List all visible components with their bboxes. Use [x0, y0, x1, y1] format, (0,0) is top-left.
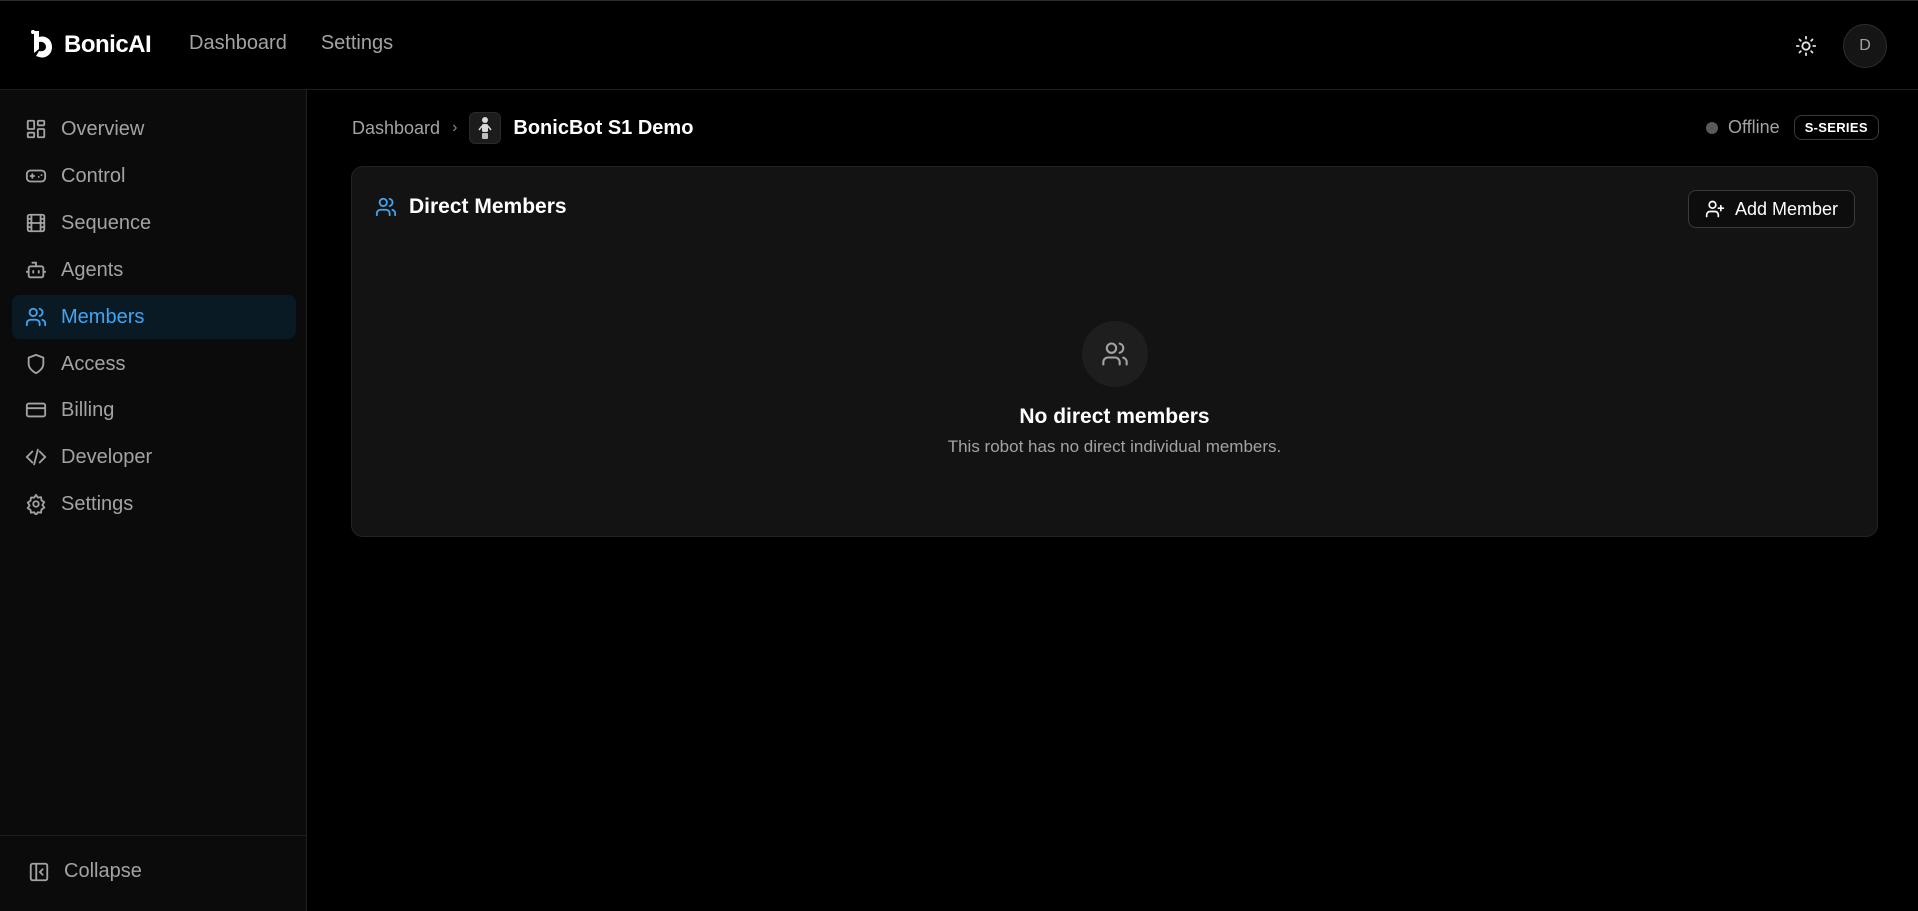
sidebar-divider [0, 835, 306, 836]
bot-icon [25, 261, 47, 279]
collapse-label: Collapse [64, 860, 142, 882]
add-member-label: Add Member [1734, 198, 1838, 219]
sidebar-item-developer[interactable]: Developer [12, 435, 296, 479]
collapse-sidebar-button[interactable]: Collapse [28, 860, 142, 883]
sidebar-item-billing[interactable]: Billing [12, 388, 296, 432]
sidebar-item-settings[interactable]: Settings [12, 482, 296, 526]
sidebar-item-agents[interactable]: Agents [12, 248, 296, 292]
sidebar-item-label: Members [61, 305, 145, 328]
status-dot [1706, 121, 1718, 134]
top-bar: BonicAI Dashboard Settings D [0, 0, 1918, 90]
sidebar-item-label: Overview [61, 117, 145, 140]
breadcrumb: Dashboard › BonicBot S1 Demo [352, 110, 693, 146]
shield-icon [27, 353, 45, 375]
sidebar-item-overview[interactable]: Overview [12, 107, 296, 151]
sidebar-item-label: Access [61, 352, 126, 375]
top-nav: Dashboard Settings [189, 32, 393, 55]
breadcrumb-dashboard-link[interactable]: Dashboard [352, 118, 440, 139]
topnav-settings-link[interactable]: Settings [321, 32, 393, 55]
sidebar-item-label: Agents [61, 258, 124, 281]
brand-name: BonicAI [64, 31, 152, 58]
direct-members-card: Direct Members Add Member No direct memb… [351, 166, 1878, 537]
users-icon [25, 307, 47, 327]
robot-thumbnail [469, 112, 502, 144]
sidebar-item-access[interactable]: Access [12, 342, 296, 386]
add-member-button[interactable]: Add Member [1687, 190, 1855, 228]
sidebar-item-label: Settings [61, 492, 134, 515]
credit-card-icon [25, 402, 47, 418]
users-icon [375, 197, 397, 217]
sidebar-item-label: Sequence [61, 211, 152, 234]
code-icon [25, 448, 47, 466]
card-header: Direct Members [375, 195, 567, 219]
sidebar-item-label: Control [61, 164, 126, 187]
status-text: Offline [1728, 117, 1780, 137]
topnav-dashboard-link[interactable]: Dashboard [189, 32, 287, 55]
robot-icon [478, 117, 492, 139]
card-title: Direct Members [409, 195, 567, 218]
sidebar-item-label: Developer [61, 445, 153, 468]
grid-icon [26, 119, 46, 139]
sidebar-item-members[interactable]: Members [12, 295, 296, 339]
bonicai-logo-icon [31, 30, 52, 58]
sidebar-item-control[interactable]: Control [12, 154, 296, 198]
user-plus-icon [1705, 200, 1725, 218]
users-icon [1102, 342, 1128, 366]
theme-toggle-button[interactable] [1791, 31, 1821, 61]
film-icon [26, 213, 46, 233]
series-badge: S-SERIES [1793, 115, 1879, 140]
empty-state-icon [1082, 321, 1148, 387]
sidebar-item-label: Billing [61, 398, 115, 421]
empty-state-title: No direct members [1019, 405, 1210, 428]
sidebar-item-sequence[interactable]: Sequence [12, 201, 296, 245]
sidebar: Overview Control Sequence Agents Members… [0, 90, 307, 911]
gamepad-icon [25, 169, 47, 183]
chevron-right-icon: › [452, 119, 458, 136]
empty-state-description: This robot has no direct individual memb… [947, 437, 1282, 456]
robot-status: Offline S-SERIES [1706, 115, 1879, 140]
brand[interactable]: BonicAI [30, 29, 152, 61]
sun-icon [1795, 35, 1817, 57]
gear-icon [26, 493, 46, 515]
user-avatar[interactable]: D [1843, 24, 1887, 68]
page-title: BonicBot S1 Demo [513, 116, 694, 139]
panel-left-close-icon [29, 862, 49, 881]
